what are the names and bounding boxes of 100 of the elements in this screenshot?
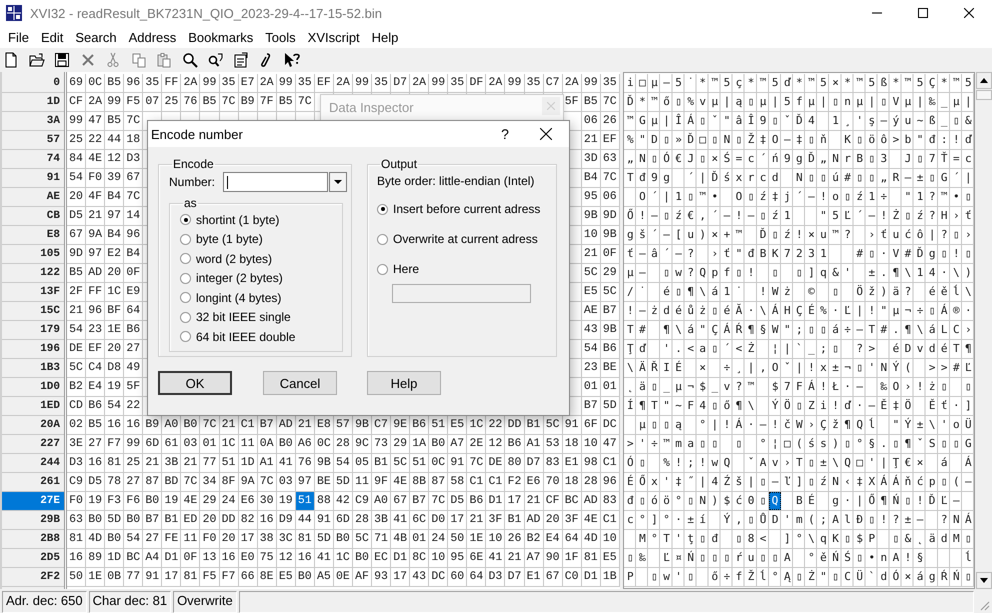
menu-item[interactable]: Edit xyxy=(34,28,70,46)
form-icon[interactable] xyxy=(232,52,248,68)
dialog-button[interactable]: OK xyxy=(158,371,232,395)
radio-button[interactable] xyxy=(377,204,388,214)
hex-cell: 71 xyxy=(372,530,392,549)
menu-item[interactable]: File xyxy=(2,28,35,46)
hex-cell: 0E xyxy=(334,568,353,587)
hex-cell: B5 xyxy=(200,93,220,112)
hex-cell: DC xyxy=(600,416,620,435)
radio-button[interactable] xyxy=(180,214,191,226)
app-icon xyxy=(6,5,22,21)
hex-cell: 1F xyxy=(562,549,582,568)
character-row: T# ¶\á"ÇÁŔ¶§W";▯▯á÷–T#.¶\áLC› xyxy=(627,323,978,336)
dropdown-button[interactable] xyxy=(329,172,347,192)
character-row: ˛ä▯_µ¬$_v?™ $7FÁ!Ł·– ‰O›!ż▯ ▯ xyxy=(627,380,978,393)
menu-item[interactable]: Help xyxy=(366,28,404,46)
character-row-text: BÉ g·|Ő¶Ń▯!ĎĽ– xyxy=(795,494,966,507)
hex-cell: F6 xyxy=(124,492,144,511)
scrollbar-thumb[interactable] xyxy=(976,90,992,100)
radio-button[interactable] xyxy=(180,272,191,284)
option-label[interactable]: Here xyxy=(393,262,420,276)
option-label[interactable]: word (2 bytes) xyxy=(196,252,272,266)
down-arrow-icon xyxy=(980,578,988,583)
option-label[interactable]: Overwrite at current adress xyxy=(393,232,538,246)
resize-grip-icon[interactable] xyxy=(978,599,990,611)
hex-cell: 21 xyxy=(86,207,106,226)
option-label[interactable]: longint (4 bytes) xyxy=(196,290,282,305)
search-replace-icon[interactable] xyxy=(207,52,223,68)
hex-cell: B0 xyxy=(276,435,296,454)
paste-icon[interactable] xyxy=(156,52,172,68)
hex-cell: 69 xyxy=(67,74,86,93)
open-folder-icon[interactable] xyxy=(28,52,44,68)
hex-cell: 41 xyxy=(391,511,410,530)
help-button[interactable]: ? xyxy=(487,126,523,142)
scroll-up-button[interactable] xyxy=(976,72,992,89)
address-cell[interactable]: 27E xyxy=(2,492,64,511)
character-row: gš´–[u)×+™ Ď▯ź!×u™? ›ťućô|?▯› xyxy=(627,228,978,241)
copy-icon[interactable] xyxy=(130,52,146,68)
scroll-down-button[interactable] xyxy=(976,572,992,589)
option-label[interactable]: shortint (1 byte) xyxy=(196,212,280,227)
hex-cell: 43 xyxy=(582,321,601,340)
selected-character[interactable]: Q xyxy=(768,492,781,510)
save-icon[interactable] xyxy=(54,52,70,68)
hex-cell: B0 xyxy=(352,549,372,568)
radio-button[interactable] xyxy=(180,253,191,264)
hex-cell: 0C xyxy=(86,74,106,93)
search-icon[interactable] xyxy=(182,52,198,68)
hex-cell: 12 xyxy=(486,435,506,454)
menu-item[interactable]: Bookmarks xyxy=(182,28,260,46)
caret-icon xyxy=(334,180,342,184)
menu-item[interactable]: Tools xyxy=(259,28,302,46)
address-field[interactable] xyxy=(392,284,531,303)
hex-cell: 12 xyxy=(276,549,296,568)
menu-item[interactable]: XVIscript xyxy=(302,28,366,46)
dialog-button[interactable]: Help xyxy=(367,371,441,395)
hex-cell: BE xyxy=(600,359,620,378)
hex-cell: E4 xyxy=(544,530,563,549)
radio-button[interactable] xyxy=(377,264,388,274)
number-field[interactable] xyxy=(223,172,328,192)
hex-cell: E2 xyxy=(105,245,124,264)
hex-cell: 6C xyxy=(410,511,430,530)
radio-button[interactable] xyxy=(180,234,191,245)
hex-cell: A4 xyxy=(143,549,162,568)
option-label[interactable]: integer (2 bytes) xyxy=(196,271,283,286)
option-label[interactable]: byte (1 byte) xyxy=(196,232,263,246)
radio-button[interactable] xyxy=(377,234,388,244)
delete-icon[interactable] xyxy=(80,52,96,68)
option-label[interactable]: 64 bit IEEE double xyxy=(196,330,296,344)
menu-item[interactable]: Search xyxy=(69,28,123,46)
hex-cell: E9 xyxy=(124,283,144,302)
hex-cell: 8E xyxy=(258,568,277,587)
character-row: Tđ9g ´|Ďśxrcd N▯▯ú#▯▯„R–±▯G´| xyxy=(627,171,978,184)
hex-cell: 7C xyxy=(600,169,620,188)
hex-cell: 20 xyxy=(200,511,220,530)
hex-cell: 3B xyxy=(162,454,182,473)
option-label[interactable]: Insert before current adress xyxy=(393,202,540,216)
radio-button[interactable] xyxy=(180,331,191,342)
hex-cell: 90 xyxy=(544,549,563,568)
hex-cell: 21 xyxy=(67,302,86,321)
radio-button[interactable] xyxy=(180,292,191,304)
status-panel: Char dec: 81 xyxy=(88,591,172,613)
character-row: Ţď '.<a▯´<Ż ¦|`_;▯ ?> éDvdéT¶ xyxy=(627,342,978,355)
option-label[interactable]: 32 bit IEEE single xyxy=(196,310,291,324)
hex-cell: 13 xyxy=(200,549,220,568)
context-help-icon[interactable] xyxy=(284,52,300,68)
hex-cell: 42 xyxy=(334,492,353,511)
hex-cell: B6 xyxy=(600,340,620,359)
cut-icon[interactable] xyxy=(105,52,121,68)
dialog-button[interactable]: Cancel xyxy=(263,371,337,395)
radio-button[interactable] xyxy=(180,312,191,323)
selected-hex-cell[interactable]: 51 xyxy=(296,492,315,511)
hex-cell: 9B xyxy=(314,454,334,473)
hex-cell: 3D xyxy=(582,150,601,169)
hex-cell: 8B xyxy=(410,473,430,492)
hex-cell: 77 xyxy=(200,454,220,473)
new-file-icon[interactable] xyxy=(3,52,19,68)
hex-cell: 60 xyxy=(448,568,468,587)
menu-item[interactable]: Address xyxy=(122,28,182,46)
hex-cell: 70 xyxy=(544,473,563,492)
hex-cell: E5 xyxy=(600,549,620,568)
